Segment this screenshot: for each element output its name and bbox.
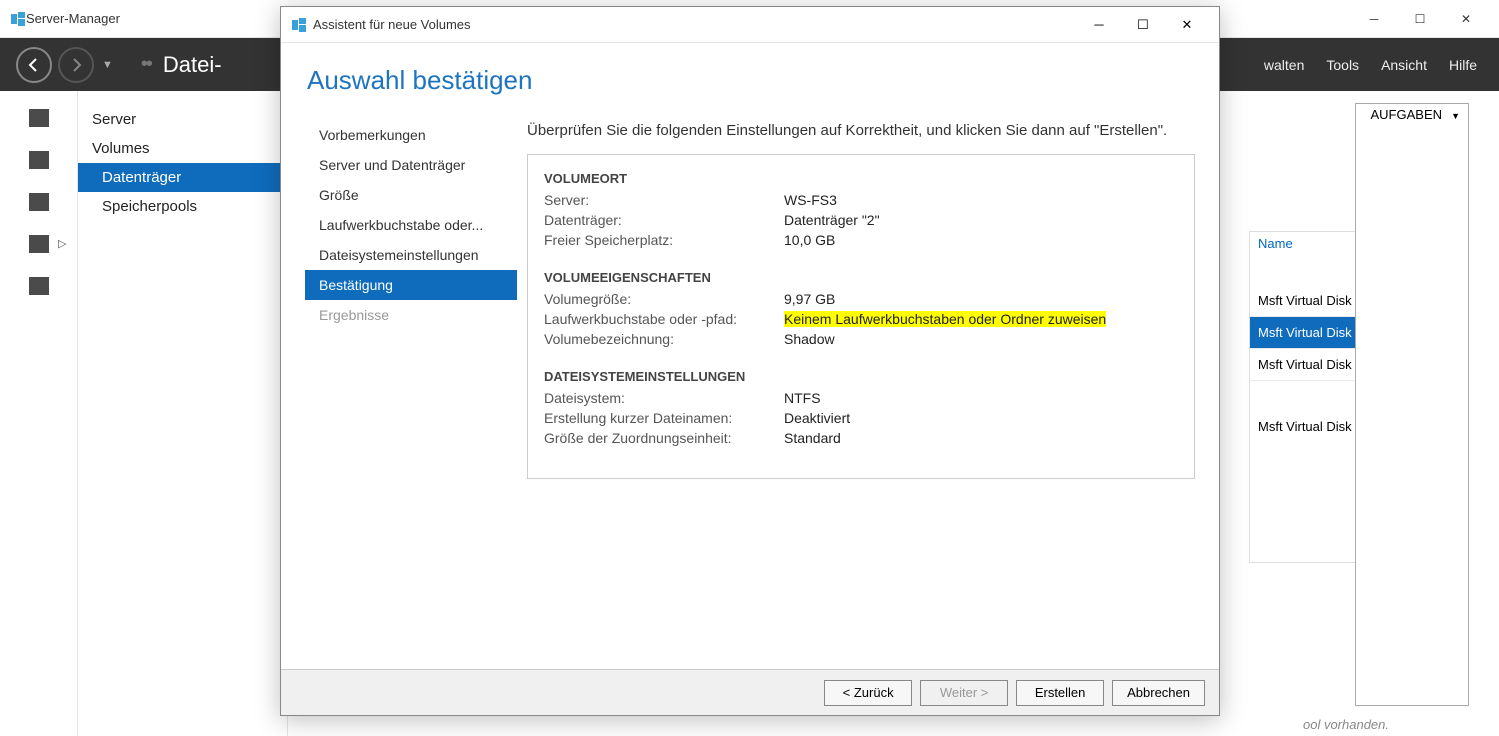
section-volumeort: VOLUMEORT xyxy=(544,171,1178,186)
value-dateisystem: NTFS xyxy=(784,390,821,406)
new-volume-wizard: Assistent für neue Volumes ─ ☐ ✕ Auswahl… xyxy=(280,6,1220,716)
step-server-datentraeger[interactable]: Server und Datenträger xyxy=(305,150,517,180)
value-zuordnungseinheit: Standard xyxy=(784,430,841,446)
wizard-minimize-button[interactable]: ─ xyxy=(1077,11,1121,39)
value-freier-speicher: 10,0 GB xyxy=(784,232,835,248)
server-manager-icon xyxy=(10,11,26,27)
local-server-icon[interactable] xyxy=(29,151,49,169)
label-server: Server: xyxy=(544,192,784,208)
minimize-button[interactable]: ─ xyxy=(1351,4,1397,34)
next-button: Weiter > xyxy=(920,680,1008,706)
wizard-step-list: Vorbemerkungen Server und Datenträger Gr… xyxy=(305,120,517,669)
dashboard-icon[interactable] xyxy=(29,109,49,127)
wizard-title-bar: Assistent für neue Volumes ─ ☐ ✕ xyxy=(281,7,1219,43)
wizard-maximize-button[interactable]: ☐ xyxy=(1121,11,1165,39)
menu-manage[interactable]: walten xyxy=(1264,57,1304,73)
maximize-button[interactable]: ☐ xyxy=(1397,4,1443,34)
sidebar-item-datentraeger[interactable]: Datenträger xyxy=(78,163,287,192)
label-volumegroesse: Volumegröße: xyxy=(544,291,784,307)
label-zuordnungseinheit: Größe der Zuordnungseinheit: xyxy=(544,430,784,446)
section-dateisystem: DATEISYSTEMEINSTELLUNGEN xyxy=(544,369,1178,384)
value-volumegroesse: 9,97 GB xyxy=(784,291,835,307)
wizard-content: Überprüfen Sie die folgenden Einstellung… xyxy=(527,120,1195,669)
close-button[interactable]: ✕ xyxy=(1443,4,1489,34)
menu-view[interactable]: Ansicht xyxy=(1381,57,1427,73)
nav-history-dropdown[interactable]: ▼ xyxy=(102,59,113,71)
label-dateisystem: Dateisystem: xyxy=(544,390,784,406)
step-groesse[interactable]: Größe xyxy=(305,180,517,210)
side-nav: Server Volumes Datenträger Speicherpools xyxy=(78,91,288,736)
all-servers-icon[interactable] xyxy=(29,193,49,211)
breadcrumb-label[interactable]: Datei- xyxy=(163,52,222,78)
step-laufwerkbuchstabe[interactable]: Laufwerkbuchstabe oder... xyxy=(305,210,517,240)
sidebar-item-speicherpools[interactable]: Speicherpools xyxy=(78,192,287,221)
wizard-heading: Auswahl bestätigen xyxy=(307,65,1195,96)
value-kurze-dateinamen: Deaktiviert xyxy=(784,410,850,426)
footer-note: ool vorhanden. xyxy=(1303,717,1389,732)
wizard-footer: < Zurück Weiter > Erstellen Abbrechen xyxy=(281,669,1219,715)
wizard-icon xyxy=(291,17,307,33)
step-dateisystem[interactable]: Dateisystemeinstellungen xyxy=(305,240,517,270)
sidebar-item-volumes[interactable]: Volumes xyxy=(78,134,287,163)
label-volumebezeichnung: Volumebezeichnung: xyxy=(544,331,784,347)
label-datentraeger: Datenträger: xyxy=(544,212,784,228)
wizard-close-button[interactable]: ✕ xyxy=(1165,11,1209,39)
label-freier-speicher: Freier Speicherplatz: xyxy=(544,232,784,248)
cancel-button[interactable]: Abbrechen xyxy=(1112,680,1205,706)
nav-forward-button[interactable] xyxy=(58,47,94,83)
file-storage-icon[interactable]: ▷ xyxy=(29,235,49,253)
breadcrumb-separator: •• xyxy=(141,53,151,76)
nav-back-button[interactable] xyxy=(16,47,52,83)
section-volumeeigenschaften: VOLUMEEIGENSCHAFTEN xyxy=(544,270,1178,285)
step-bestaetigung[interactable]: Bestätigung xyxy=(305,270,517,300)
breadcrumb: •• Datei- xyxy=(141,52,222,78)
step-ergebnisse: Ergebnisse xyxy=(305,300,517,330)
menu-help[interactable]: Hilfe xyxy=(1449,57,1477,73)
label-laufwerk-pfad: Laufwerkbuchstabe oder -pfad: xyxy=(544,311,784,327)
services-icon[interactable] xyxy=(29,277,49,295)
create-button[interactable]: Erstellen xyxy=(1016,680,1104,706)
value-datentraeger: Datenträger "2" xyxy=(784,212,880,228)
step-vorbemerkungen[interactable]: Vorbemerkungen xyxy=(305,120,517,150)
sidebar-item-server[interactable]: Server xyxy=(78,105,287,134)
wizard-title: Assistent für neue Volumes xyxy=(313,17,1077,32)
value-server: WS-FS3 xyxy=(784,192,837,208)
back-button[interactable]: < Zurück xyxy=(824,680,912,706)
label-kurze-dateinamen: Erstellung kurzer Dateinamen: xyxy=(544,410,784,426)
summary-box: VOLUMEORT Server:WS-FS3 Datenträger:Date… xyxy=(527,154,1195,479)
icon-rail: ▷ xyxy=(0,91,78,736)
value-volumebezeichnung: Shadow xyxy=(784,331,835,347)
tasks-dropdown-lower[interactable]: AUFGABEN xyxy=(1355,103,1469,706)
menu-tools[interactable]: Tools xyxy=(1326,57,1359,73)
expand-chevron-icon: ▷ xyxy=(58,237,66,250)
wizard-intro: Überprüfen Sie die folgenden Einstellung… xyxy=(527,120,1195,142)
value-laufwerk-pfad: Keinem Laufwerkbuchstaben oder Ordner zu… xyxy=(784,311,1106,327)
